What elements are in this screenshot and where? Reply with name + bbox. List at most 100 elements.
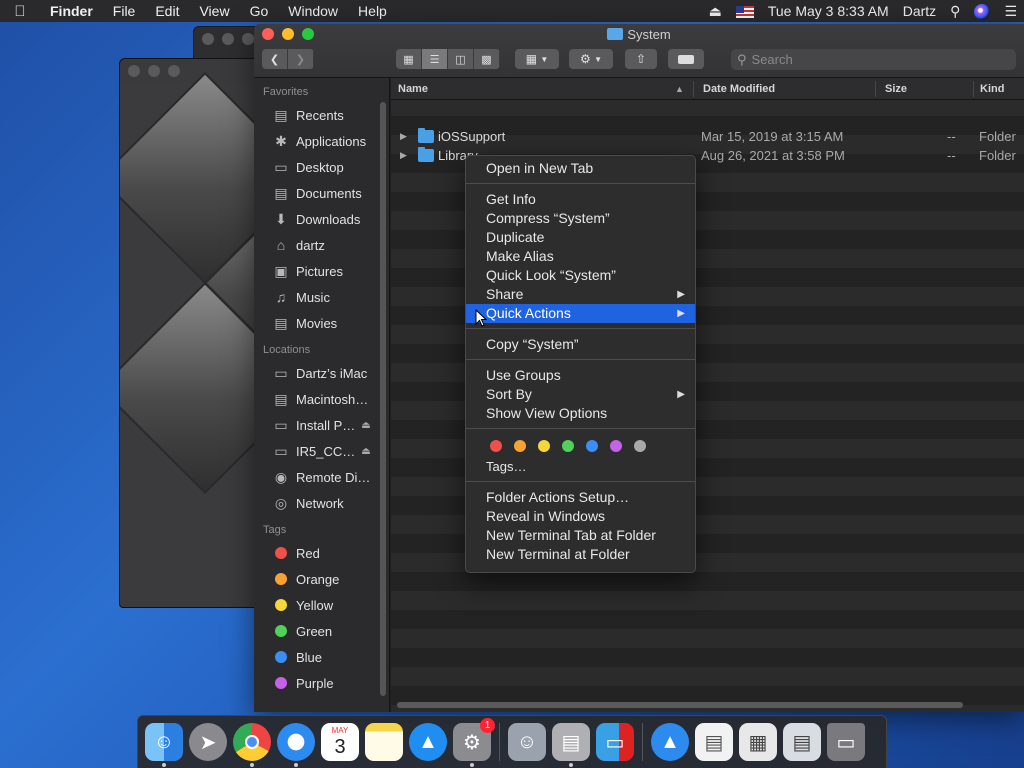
column-name[interactable]: Name — [398, 83, 428, 95]
disclosure-triangle-icon[interactable]: ▶ — [400, 131, 407, 142]
tag-color-yellow[interactable] — [538, 440, 550, 452]
sidebar-item-pictures[interactable]: ▣ Pictures — [254, 258, 389, 284]
dock-app-store-icon[interactable]: ▲ — [409, 723, 447, 761]
column-size[interactable]: Size — [885, 83, 907, 95]
background-window-bootcamp[interactable] — [119, 58, 259, 608]
eject-icon[interactable]: ⏏ — [361, 446, 370, 457]
dock-migration-assistant-icon[interactable]: ☺ — [508, 723, 546, 761]
sidebar-tag-blue[interactable]: Blue — [254, 644, 389, 670]
menu-item-copy[interactable]: Copy “System” — [466, 335, 695, 354]
menu-item-make-alias[interactable]: Make Alias — [466, 247, 695, 266]
sidebar-item-dartz[interactable]: ⌂ dartz — [254, 232, 389, 258]
dock-launchpad-icon[interactable]: ➤ — [189, 723, 227, 761]
notification-center-icon[interactable]: ☰ — [997, 3, 1024, 20]
menu-item-new-terminal-tab[interactable]: New Terminal Tab at Folder — [466, 526, 695, 545]
menu-view[interactable]: View — [189, 3, 239, 19]
sidebar-tag-yellow[interactable]: Yellow — [254, 592, 389, 618]
menu-go[interactable]: Go — [240, 3, 279, 19]
menu-help[interactable]: Help — [348, 3, 397, 19]
sidebar-tag-orange[interactable]: Orange — [254, 566, 389, 592]
menu-item-compress[interactable]: Compress “System” — [466, 209, 695, 228]
sidebar-item-desktop[interactable]: ▭ Desktop — [254, 154, 389, 180]
share-button[interactable]: ⇧ — [625, 49, 657, 69]
sidebar-tag-red[interactable]: Red — [254, 540, 389, 566]
menu-item-folder-actions-setup[interactable]: Folder Actions Setup… — [466, 488, 695, 507]
dock-boot-camp-icon[interactable]: ▤ — [552, 723, 590, 767]
disclosure-triangle-icon[interactable]: ▶ — [400, 150, 407, 161]
search-input[interactable] — [751, 52, 1002, 67]
sidebar-item-macintosh-hd[interactable]: ▤ Macintosh… — [254, 386, 389, 412]
dock-finder-icon[interactable]: ☺ — [145, 723, 183, 767]
gallery-view-button[interactable]: ▩ — [474, 49, 500, 69]
tag-color-green[interactable] — [562, 440, 574, 452]
sidebar-item-network[interactable]: ◎ Network — [254, 490, 389, 516]
menu-item-reveal-in-windows[interactable]: Reveal in Windows — [466, 507, 695, 526]
forward-button[interactable]: ❯ — [288, 49, 314, 69]
menu-item-open-in-new-tab[interactable]: Open in New Tab — [466, 159, 695, 178]
menu-item-show-view-options[interactable]: Show View Options — [466, 404, 695, 423]
dock-document-icon[interactable]: ▤ — [695, 723, 733, 761]
tag-color-blue[interactable] — [586, 440, 598, 452]
sidebar-item-movies[interactable]: ▤ Movies — [254, 310, 389, 336]
sidebar-scrollbar[interactable] — [380, 102, 386, 696]
dock-app-store-folder-icon[interactable]: ▲ — [651, 723, 689, 761]
tag-color-purple[interactable] — [610, 440, 622, 452]
menu-item-new-terminal[interactable]: New Terminal at Folder — [466, 545, 695, 564]
sidebar-item-remote-disc[interactable]: ◉ Remote Di… — [254, 464, 389, 490]
horizontal-scrollbar[interactable] — [397, 702, 963, 708]
siri-icon[interactable] — [967, 2, 997, 20]
table-row[interactable]: ▶ iOSSupport Mar 15, 2019 at 3:15 AM -- … — [391, 127, 1024, 146]
menu-item-use-groups[interactable]: Use Groups — [466, 366, 695, 385]
dock-safari-icon[interactable]: ➚ — [277, 723, 315, 767]
sidebar-item-ir5[interactable]: ▭ IR5_CC… ⏏ — [254, 438, 389, 464]
dock-calendar-icon[interactable]: MAY 3 — [321, 723, 359, 761]
menu-file[interactable]: File — [103, 3, 146, 19]
icon-view-button[interactable]: ▦ — [396, 49, 422, 69]
dock-parallels-icon[interactable]: ▭ — [596, 723, 634, 761]
eject-icon[interactable]: ⏏ — [702, 3, 729, 20]
sidebar-item-install[interactable]: ▭ Install P… ⏏ — [254, 412, 389, 438]
apple-menu-icon[interactable]:  — [0, 3, 40, 20]
menu-item-duplicate[interactable]: Duplicate — [466, 228, 695, 247]
menu-item-share[interactable]: Share ▶ — [466, 285, 695, 304]
dock-notes-icon[interactable] — [365, 723, 403, 761]
dock-trash-icon[interactable]: ▭ — [827, 723, 865, 761]
dock-system-preferences-icon[interactable]: ⚙ 1 — [453, 718, 495, 767]
menu-item-get-info[interactable]: Get Info — [466, 190, 695, 209]
sidebar-item-applications[interactable]: ✱ Applications — [254, 128, 389, 154]
dock-downloads-stack-icon[interactable]: ▦ — [739, 723, 777, 761]
menu-finder[interactable]: Finder — [40, 3, 103, 19]
sidebar-item-music[interactable]: ♫ Music — [254, 284, 389, 310]
spotlight-search-icon[interactable]: ⚲ — [943, 3, 967, 20]
column-view-button[interactable]: ◫ — [448, 49, 474, 69]
tag-color-red[interactable] — [490, 440, 502, 452]
menu-window[interactable]: Window — [278, 3, 348, 19]
eject-icon[interactable]: ⏏ — [361, 420, 370, 431]
list-view-button[interactable]: ☰ — [422, 49, 448, 69]
dock-chrome-icon[interactable] — [233, 723, 271, 767]
sidebar-item-imac[interactable]: ▭ Dartz’s iMac — [254, 360, 389, 386]
search-field[interactable]: ⚲ — [731, 49, 1016, 70]
tag-color-orange[interactable] — [514, 440, 526, 452]
column-kind[interactable]: Kind — [980, 83, 1004, 95]
menu-edit[interactable]: Edit — [145, 3, 189, 19]
sidebar-tag-purple[interactable]: Purple — [254, 670, 389, 696]
edit-tags-button[interactable] — [668, 49, 704, 69]
menu-clock[interactable]: Tue May 3 8:33 AM — [761, 3, 896, 19]
menu-item-tags[interactable]: Tags… — [466, 457, 695, 476]
tag-color-gray[interactable] — [634, 440, 646, 452]
menu-item-quick-look[interactable]: Quick Look “System” — [466, 266, 695, 285]
menu-item-quick-actions[interactable]: Quick Actions ▶ — [466, 304, 695, 323]
input-source-flag-icon[interactable] — [729, 3, 761, 19]
back-button[interactable]: ❮ — [262, 49, 288, 69]
sidebar-item-recents[interactable]: ▤ Recents — [254, 102, 389, 128]
action-button[interactable]: ⚙ ▼ — [569, 49, 613, 69]
menu-user[interactable]: Dartz — [896, 3, 943, 19]
sidebar-item-downloads[interactable]: ⬇ Downloads — [254, 206, 389, 232]
menu-item-sort-by[interactable]: Sort By ▶ — [466, 385, 695, 404]
group-by-button[interactable]: ▦ ▼ — [515, 49, 559, 69]
sidebar-tag-green[interactable]: Green — [254, 618, 389, 644]
sidebar-item-documents[interactable]: ▤ Documents — [254, 180, 389, 206]
column-date-modified[interactable]: Date Modified — [703, 83, 775, 95]
dock-preview-stack-icon[interactable]: ▤ — [783, 723, 821, 761]
